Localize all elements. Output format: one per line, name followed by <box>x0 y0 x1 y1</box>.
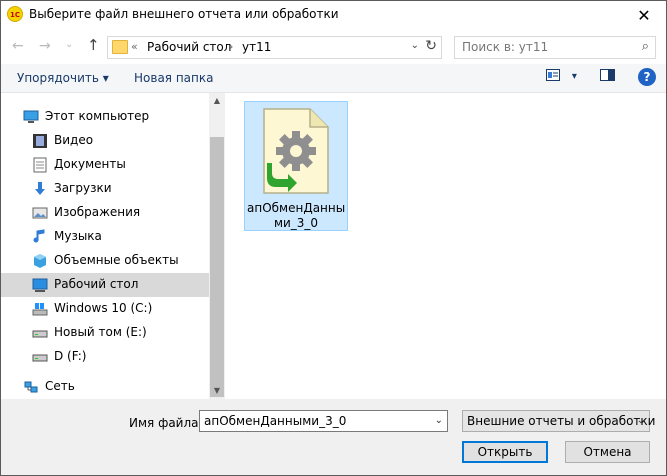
preview-pane-icon <box>600 69 615 81</box>
sidebar-item-label: Загрузки <box>54 181 112 195</box>
recent-locations-icon[interactable]: ⌄ <box>65 39 73 50</box>
up-arrow-icon[interactable]: ↑ <box>87 36 100 54</box>
sidebar-item-label: Видео <box>54 133 94 147</box>
search-icon[interactable]: ⌕ <box>642 39 649 54</box>
computer-icon <box>23 110 39 123</box>
chevron-down-icon[interactable]: ⌄ <box>435 415 443 426</box>
sidebar-item-music[interactable]: Музыка <box>1 225 209 249</box>
view-dropdown-icon[interactable]: ▾ <box>572 71 577 82</box>
sidebar-item-label: Документы <box>54 157 126 171</box>
sidebar-item-network[interactable]: Сеть <box>1 375 209 399</box>
sidebar-item-label: Рабочий стол <box>54 277 139 291</box>
drive-icon <box>32 354 48 362</box>
app-logo: 1С <box>7 6 23 22</box>
organize-button[interactable]: Упорядочить ▾ <box>17 71 109 85</box>
file-open-dialog: 1С Выберите файл внешнего отчета или обр… <box>0 0 667 476</box>
title-bar: 1С Выберите файл внешнего отчета или обр… <box>1 1 666 30</box>
dialog-footer: Имя файла: апОбменДанными_3_0 ⌄ Внешние … <box>1 399 666 475</box>
window-title: Выберите файл внешнего отчета или обрабо… <box>29 7 339 21</box>
chevron-down-icon: ⌄ <box>636 415 645 426</box>
downloads-icon <box>35 182 45 195</box>
video-icon <box>33 134 47 148</box>
filename-label: Имя файла: <box>129 416 203 430</box>
documents-icon <box>33 157 47 173</box>
network-icon <box>24 381 38 393</box>
breadcrumb-separator-icon[interactable]: › <box>229 40 233 53</box>
filename-field[interactable]: апОбменДанными_3_0 ⌄ <box>199 410 448 432</box>
sidebar-item-label: Этот компьютер <box>45 109 150 123</box>
sidebar-item-label: Новый том (E:) <box>54 325 147 339</box>
search-input[interactable]: Поиск в: ут11 ⌕ <box>454 36 656 59</box>
file-name-line-2: ми_3_0 <box>273 216 319 230</box>
file-name-line-1: апОбменДанны <box>247 201 346 215</box>
pictures-icon <box>32 207 48 219</box>
sidebar-item-label: Музыка <box>54 229 102 243</box>
help-icon[interactable]: ? <box>638 68 656 86</box>
navigation-pane: Этот компьютер Видео Документы Загрузки … <box>1 93 225 399</box>
3d-objects-icon <box>34 254 46 268</box>
file-name: апОбменДанны ми_3_0 <box>247 201 345 231</box>
sidebar-item-new-volume[interactable]: Новый том (E:) <box>1 321 209 345</box>
sidebar-item-label: D (F:) <box>54 349 87 363</box>
sidebar-item-downloads[interactable]: Загрузки <box>1 177 209 201</box>
view-icon <box>546 69 560 81</box>
file-item[interactable]: апОбменДанны ми_3_0 <box>244 101 348 231</box>
breadcrumb-desktop[interactable]: Рабочий стол <box>147 40 231 54</box>
back-arrow-icon[interactable]: ← <box>12 38 24 54</box>
sidebar-item-this-pc[interactable]: Этот компьютер <box>1 105 209 129</box>
open-button[interactable]: Открыть <box>462 441 548 463</box>
close-button[interactable]: ✕ <box>622 1 666 30</box>
navigation-row: ← → ⌄ ↑ « Рабочий стол › ут11 ⌄ ↻ Поиск … <box>1 30 666 64</box>
drive-icon <box>32 330 48 338</box>
sidebar-item-3d-objects[interactable]: Объемные объекты <box>1 249 209 273</box>
address-bar[interactable]: « Рабочий стол › ут11 ⌄ ↻ <box>107 36 442 59</box>
data-processor-file-icon <box>263 108 329 194</box>
sidebar-item-pictures[interactable]: Изображения <box>1 201 209 225</box>
sidebar-item-label: Объемные объекты <box>54 253 179 267</box>
sidebar-item-desktop[interactable]: Рабочий стол <box>1 273 209 297</box>
cancel-button[interactable]: Отмена <box>565 441 650 463</box>
sidebar-item-label: Изображения <box>54 205 141 219</box>
file-list[interactable]: апОбменДанны ми_3_0 <box>225 93 666 399</box>
file-type-value: Внешние отчеты и обработки <box>467 414 656 428</box>
address-dropdown-icon[interactable]: ⌄ <box>411 40 419 51</box>
file-type-select[interactable]: Внешние отчеты и обработки ⌄ <box>462 410 655 432</box>
new-folder-button[interactable]: Новая папка <box>134 71 213 85</box>
view-options-button[interactable]: ▾ <box>546 69 577 84</box>
breadcrumb-ut11[interactable]: ут11 <box>242 40 271 54</box>
organize-label: Упорядочить <box>17 71 99 85</box>
scroll-down-icon[interactable]: ▼ <box>209 383 225 399</box>
command-toolbar: Упорядочить ▾ Новая папка ▾ ? <box>1 64 666 93</box>
music-icon <box>33 229 45 243</box>
scroll-up-icon[interactable]: ▲ <box>209 93 225 109</box>
breadcrumb-overflow-icon[interactable]: « <box>131 40 138 53</box>
preview-pane-button[interactable] <box>600 69 615 84</box>
search-placeholder: Поиск в: ут11 <box>462 40 549 54</box>
forward-arrow-icon[interactable]: → <box>39 38 51 54</box>
sidebar-item-label: Windows 10 (C:) <box>54 301 153 315</box>
sidebar-item-video[interactable]: Видео <box>1 129 209 153</box>
scroll-thumb[interactable] <box>210 137 224 397</box>
windows-drive-icon <box>32 303 48 316</box>
navigation-scrollbar[interactable]: ▲ ▼ <box>209 93 225 399</box>
sidebar-item-drive-d[interactable]: D (F:) <box>1 345 209 369</box>
chevron-down-icon: ▾ <box>102 71 109 85</box>
sidebar-item-documents[interactable]: Документы <box>1 153 209 177</box>
sidebar-item-windows-drive[interactable]: Windows 10 (C:) <box>1 297 209 321</box>
desktop-icon <box>32 278 48 292</box>
filename-value: апОбменДанными_3_0 <box>204 414 347 428</box>
folder-icon <box>112 40 128 54</box>
refresh-icon[interactable]: ↻ <box>425 38 437 54</box>
sidebar-item-label: Сеть <box>45 379 75 393</box>
